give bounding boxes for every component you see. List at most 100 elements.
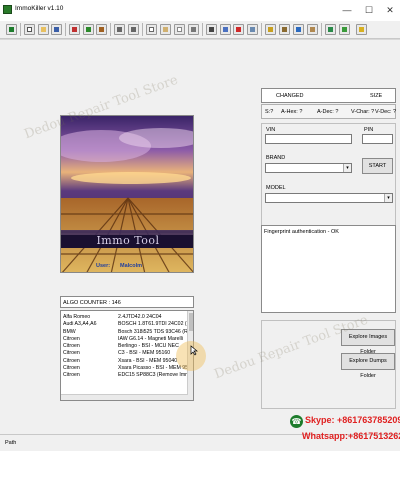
list-item[interactable]: Audi A3,A4,A6 BOSCH 1.8T61.9TDI 24C02 (Re… [61,321,188,328]
toolbar-separator [110,23,111,36]
banner-image: Immo Tool [60,115,194,273]
algo-make: Citroen [63,372,80,379]
settings-icon[interactable] [339,24,350,35]
exit-icon[interactable] [356,24,367,35]
banner-artwork [61,128,193,272]
clipboard-icon[interactable] [307,24,318,35]
key-icon[interactable] [265,24,276,35]
paste-icon[interactable] [160,24,171,35]
lock-icon[interactable] [279,24,290,35]
pin-field[interactable] [362,134,393,144]
algo-ecu: Xsara Picasso - BSI - MEM 95040 [118,365,188,372]
maximize-button[interactable]: ☐ [362,3,376,17]
list-item[interactable]: Citroen C3 - BSI - MEM 95160 [61,350,188,357]
model-select[interactable]: ▾ [265,193,393,203]
size-label: SIZE [370,93,383,99]
document-icon[interactable] [174,24,185,35]
algo-ecu: EDC15 SP88C3 (Remove Immo) [118,372,188,379]
algo-make: Citroen [63,343,80,350]
image-icon[interactable] [247,24,258,35]
changed-title: CHANGED [276,93,304,99]
cursor-icon [190,345,198,356]
user-name: Malcolm [120,263,143,269]
redo-icon[interactable] [128,24,139,35]
app-icon [3,5,12,14]
skype-contact: Skype: +8617637852097 [305,415,400,425]
scrollbar-thumb[interactable] [189,313,193,331]
refresh-icon[interactable] [293,24,304,35]
algo-ecu: IAW G6.14 - Magneti Marelli [118,335,183,342]
s-value: S:? [265,109,274,115]
start-button[interactable]: START [362,158,393,174]
brand-label: BRAND [266,155,286,161]
toolbar [0,21,400,39]
list-item[interactable]: BMW Bosch 318i525 TDS 93C46 (Remove [61,329,188,336]
toolbar-separator [65,23,66,36]
a-dec-value: A-Dec: ? [317,109,339,115]
algo-ecu: Bosch 318i525 TDS 93C46 (Remove [118,328,188,335]
algo-list-rows: Alfa Romeo 2.4JTD42.0 24C04 Audi A3,A4,A6 B… [61,314,188,380]
list-item[interactable]: Citroen Xsara Picasso - BSI - MEM 95040 [61,365,188,372]
app-icon[interactable] [6,24,17,35]
v-dec-value: V-Dec: ? [375,109,397,115]
algo-make: Citroen [63,357,80,364]
vin-field[interactable] [265,134,352,144]
algo-make: Alfa Romeo [63,314,91,320]
a-hex-value: A-Hex: ? [281,109,303,115]
chevron-down-icon[interactable]: ▾ [384,194,392,202]
list-item[interactable]: Alfa Romeo 2.4JTD42.0 24C04 [61,314,188,321]
algo-list[interactable]: Alfa Romeo 2.4JTD42.0 24C04 Audi A3,A4,A6 B… [60,310,194,401]
copy-icon[interactable] [146,24,157,35]
toolbar-separator [321,23,322,36]
algo-make: Citroen [63,365,80,372]
v-char-value: V-Char: ? [351,109,375,115]
undo-icon[interactable] [114,24,125,35]
toolbar-separator [142,23,143,36]
algo-ecu: BOSCH 1.8T61.9TDI 24C02 (Remov [118,321,188,328]
list-item[interactable]: Citroen EDC15 SP88C3 (Remove Immo) [61,372,188,379]
window-title: ImmoKiller v1.10 [15,5,64,12]
main-window: Immo Tool User: Malcolm ALGO COUNTER : 1… [0,39,400,451]
book-icon[interactable] [96,24,107,35]
algo-make: Citroen [63,335,80,342]
help-icon[interactable] [233,24,244,35]
toolbar-separator [202,23,203,36]
algo-counter-label: ALGO COUNTER : 146 [63,300,121,306]
model-label: MODEL [266,185,286,191]
log-output[interactable]: Fingerprint authentication - OK [261,225,396,313]
toolbar-separator [261,23,262,36]
log-text: Fingerprint authentication - OK [264,229,339,235]
path-label: Path [5,440,17,446]
algo-make: BMW [63,328,76,335]
chip-icon[interactable] [83,24,94,35]
algo-ecu: 2.4JTD42.0 24C04 [118,314,162,320]
close-button[interactable]: ✕ [383,3,397,17]
list-item[interactable]: Citroen IAW G6.14 - Magneti Marelli [61,336,188,343]
minimize-button[interactable]: — [340,3,354,17]
list-item[interactable]: Citroen Xsara - BSI - MEM 95040 [61,358,188,365]
save-icon[interactable] [51,24,62,35]
list-item[interactable]: Citroen Berlingo - BSI - MCU NEC [61,343,188,350]
new-icon[interactable] [24,24,35,35]
toolbar-separator [20,23,21,36]
hex-info-row: S:? A-Hex: ? A-Dec: ? V-Char: ? V-Dec: ? [261,104,396,119]
user-label: User: [96,263,111,269]
algo-make: Citroen [63,350,80,357]
file-icon[interactable] [325,24,336,35]
chevron-down-icon[interactable]: ▾ [343,164,351,172]
pin-label: PIN [364,127,374,133]
banner-title: Immo Tool [96,234,160,247]
title-bar: ImmoKiller v1.10 — ☐ ✕ [0,0,400,21]
gear-icon[interactable] [69,24,80,35]
skype-icon: ☎ [290,415,303,428]
list-hscrollbar[interactable] [61,394,188,400]
checksum-icon[interactable] [206,24,217,35]
print-icon[interactable] [188,24,199,35]
hex-icon[interactable] [220,24,231,35]
open-icon[interactable] [38,24,49,35]
brand-select[interactable]: ▾ [265,163,352,173]
whatsapp-contact: Whatsapp:+8617513262097 [302,431,400,441]
changed-header: CHANGED SIZE [261,88,396,103]
explore-dumps-button[interactable]: Explore Dumps Folder [341,353,395,379]
algo-counter-box: ALGO COUNTER : 146 [60,296,194,308]
